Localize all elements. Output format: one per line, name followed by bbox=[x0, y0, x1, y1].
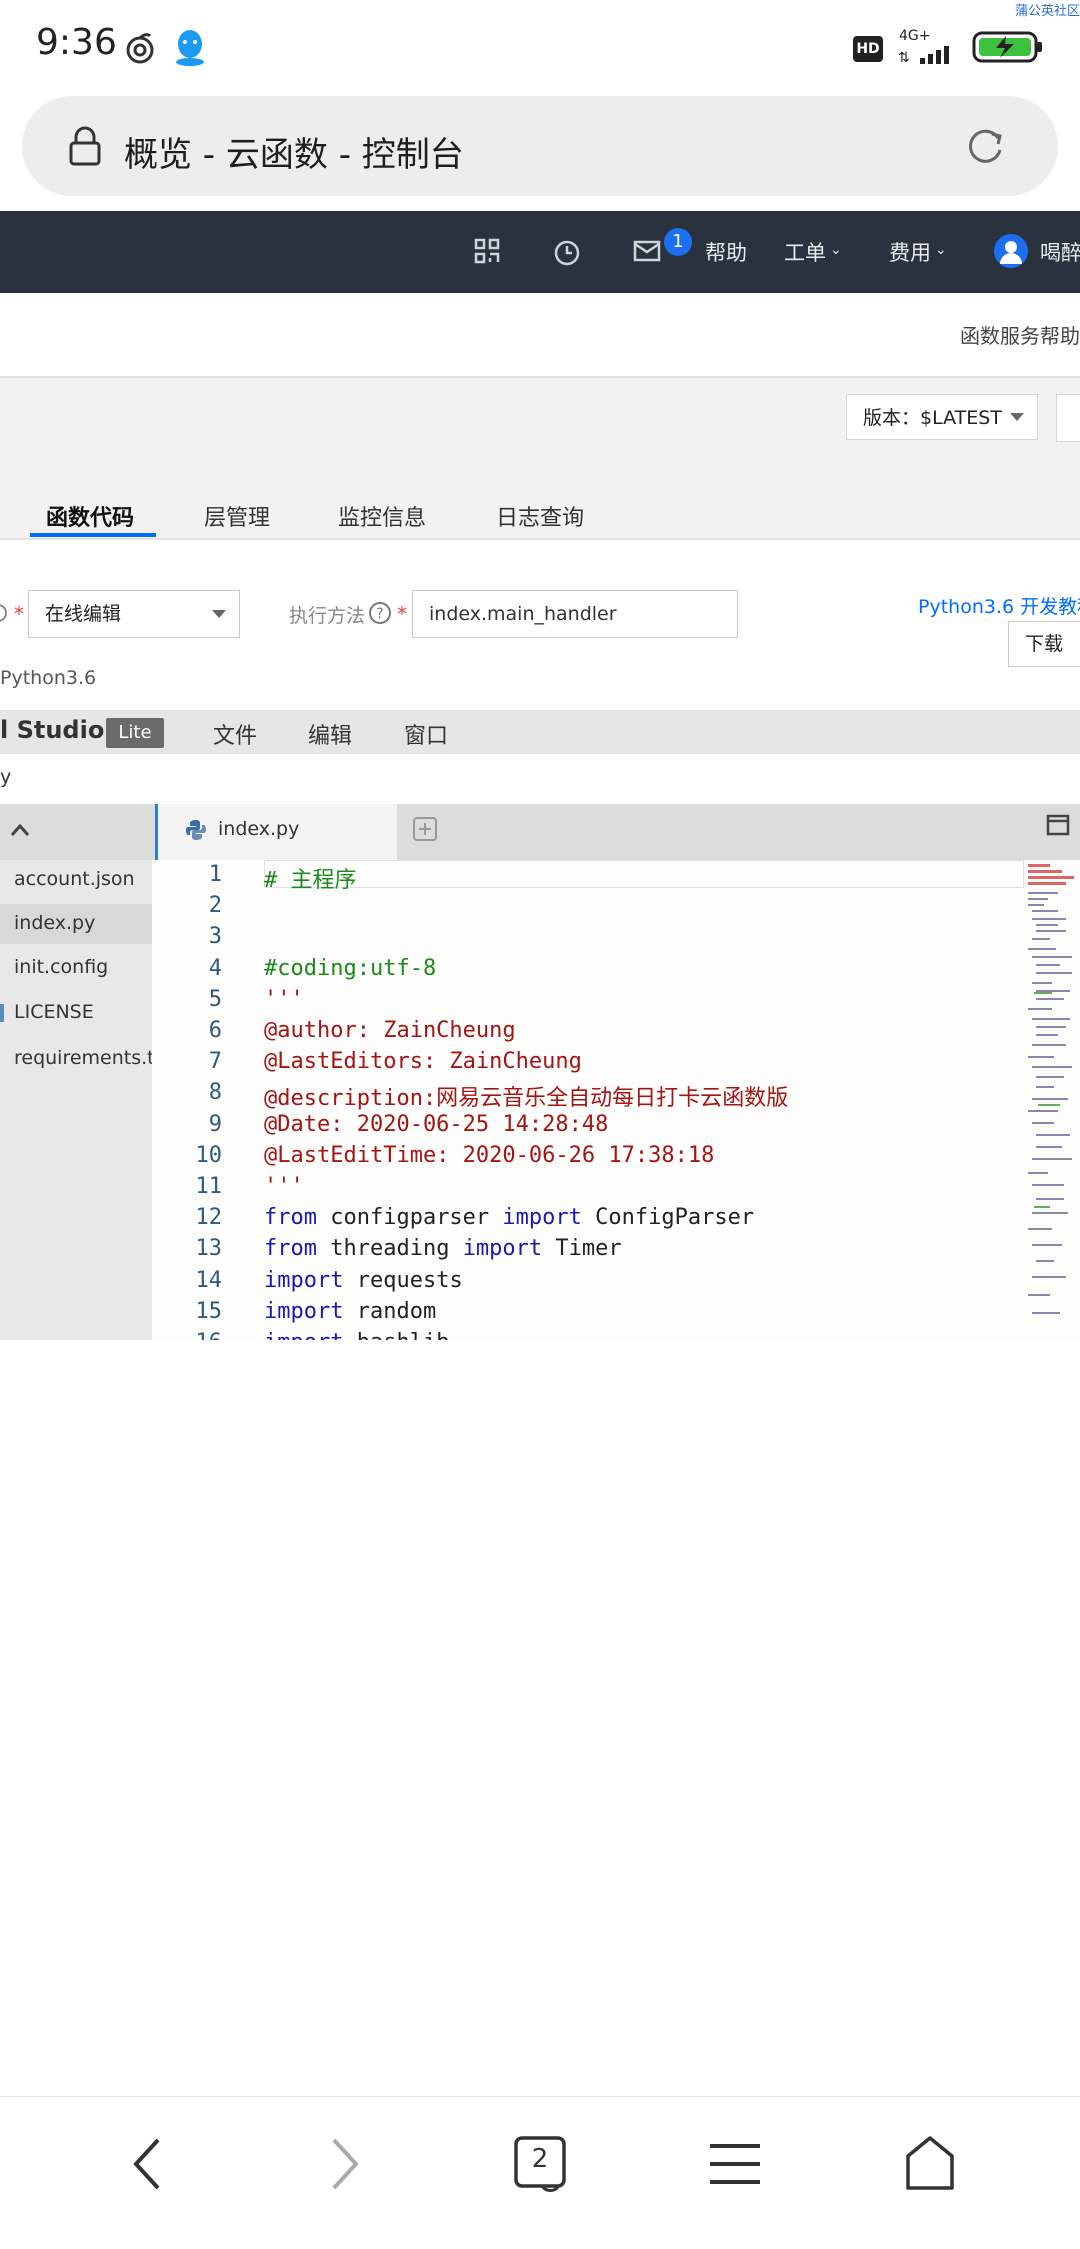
code-line[interactable]: from configparser import ConfigParser bbox=[264, 1205, 754, 1230]
line-number: 3 bbox=[208, 924, 222, 949]
code-line[interactable]: ''' bbox=[264, 1174, 304, 1199]
line-number: 13 bbox=[195, 1236, 223, 1261]
code-line[interactable]: ''' bbox=[264, 987, 304, 1012]
maximize-icon[interactable] bbox=[1046, 814, 1070, 840]
tabs-icon[interactable]: 2 bbox=[512, 2134, 568, 2194]
code-line[interactable]: @author: ZainCheung bbox=[264, 1018, 516, 1043]
line-number: 10 bbox=[195, 1143, 223, 1168]
code-line[interactable]: import random bbox=[264, 1299, 436, 1324]
code-line[interactable]: @LastEditors: ZainCheung bbox=[264, 1049, 582, 1074]
code-line[interactable]: import hashlib bbox=[264, 1330, 449, 1340]
back-icon[interactable] bbox=[128, 2136, 168, 2196]
code-line[interactable]: @LastEditTime: 2020-06-26 17:38:18 bbox=[264, 1143, 714, 1168]
line-number: 15 bbox=[195, 1299, 223, 1324]
line-number: 11 bbox=[195, 1174, 223, 1199]
code-minimap[interactable] bbox=[1028, 862, 1080, 1340]
menu-icon[interactable] bbox=[708, 2142, 762, 2190]
line-number: 2 bbox=[208, 893, 222, 918]
code-line[interactable]: @description:网易云音乐全自动每日打卡云函数版 bbox=[264, 1080, 788, 1112]
code-line[interactable]: from threading import Timer bbox=[264, 1236, 622, 1261]
line-number: 9 bbox=[208, 1112, 222, 1137]
home-icon[interactable] bbox=[904, 2134, 956, 2196]
line-number: 16 bbox=[152, 1330, 223, 1340]
line-number: 5 bbox=[208, 987, 222, 1012]
code-line[interactable]: @Date: 2020-06-25 14:28:48 bbox=[264, 1112, 608, 1137]
line-number: 4 bbox=[208, 956, 222, 981]
line-number: 14 bbox=[195, 1268, 223, 1293]
tab-count: 2 bbox=[531, 2144, 549, 2174]
line-number: 7 bbox=[208, 1049, 222, 1074]
line-number: 1 bbox=[208, 862, 222, 887]
nav-user[interactable]: 喝醉 bbox=[1040, 237, 1080, 267]
line-number: 12 bbox=[195, 1205, 223, 1230]
action-button[interactable] bbox=[1056, 394, 1080, 442]
code-line[interactable]: #coding:utf-8 bbox=[264, 956, 436, 981]
code-line[interactable]: # 主程序 bbox=[264, 862, 357, 894]
forward-icon[interactable] bbox=[324, 2136, 364, 2196]
line-number: 6 bbox=[208, 1018, 222, 1043]
code-line[interactable]: import requests bbox=[264, 1268, 463, 1293]
line-number: 8 bbox=[208, 1080, 222, 1105]
